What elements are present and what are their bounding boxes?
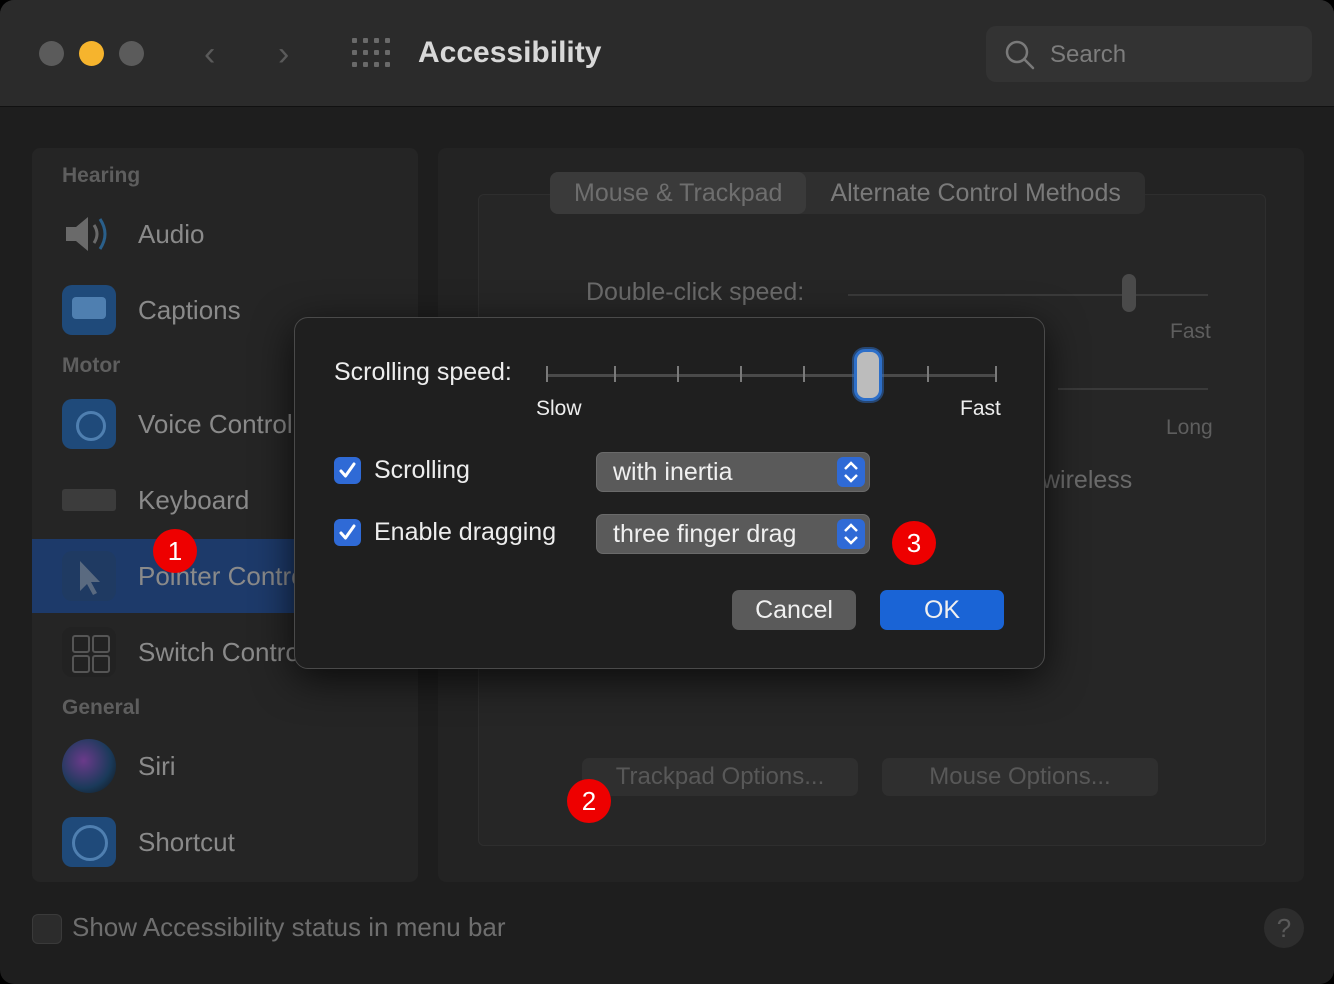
cancel-button[interactable]: Cancel xyxy=(732,590,856,630)
annotation-badge: 1 xyxy=(153,529,197,573)
annotation-badge: 3 xyxy=(892,521,936,565)
slider-tick xyxy=(927,366,929,382)
sidebar-item-label: Shortcut xyxy=(138,827,235,857)
double-click-speed-slider[interactable] xyxy=(848,294,1208,296)
sidebar-item-label: Keyboard xyxy=(138,485,250,515)
sidebar-item-label: Siri xyxy=(138,751,176,781)
captions-icon xyxy=(62,285,116,335)
checkmark-icon xyxy=(339,524,356,540)
scrolling-mode-value: with inertia xyxy=(613,458,733,486)
search-icon xyxy=(1005,40,1035,70)
chevron-updown-icon xyxy=(837,457,865,487)
sidebar-item-shortcut[interactable]: Shortcut xyxy=(32,805,418,879)
title-bar: ‹ › Accessibility Search xyxy=(0,0,1334,107)
scrolling-speed-knob[interactable] xyxy=(854,349,882,401)
double-click-speed-label: Double-click speed: xyxy=(586,278,805,306)
long-label: Long xyxy=(1166,416,1213,439)
sidebar-item-label: Switch Control xyxy=(138,637,306,667)
slider-tick xyxy=(740,366,742,382)
slider-tick xyxy=(546,366,548,382)
slider-tick xyxy=(803,366,805,382)
help-button[interactable]: ? xyxy=(1264,908,1304,948)
show-status-label: Show Accessibility status in menu bar xyxy=(72,912,506,942)
sidebar-item-label: Voice Control xyxy=(138,409,293,439)
forward-arrow-icon[interactable]: › xyxy=(278,34,289,74)
show-status-checkbox[interactable] xyxy=(32,914,62,944)
scrolling-speed-label: Scrolling speed: xyxy=(334,358,512,386)
siri-icon xyxy=(62,739,116,793)
pointer-icon xyxy=(62,551,116,601)
enable-dragging-checkbox[interactable] xyxy=(334,519,361,546)
mouse-options-button[interactable]: Mouse Options... xyxy=(882,758,1158,796)
double-click-slider-knob[interactable] xyxy=(1122,274,1136,312)
section-label-hearing: Hearing xyxy=(62,164,141,187)
trackpad-options-button[interactable]: Trackpad Options... xyxy=(582,758,858,796)
scrolling-mode-select[interactable]: with inertia xyxy=(596,452,870,492)
scrolling-label: Scrolling xyxy=(374,456,470,484)
slider-tick xyxy=(614,366,616,382)
sidebar-item-siri[interactable]: Siri xyxy=(32,729,418,803)
accessibility-shortcut-icon xyxy=(62,817,116,867)
system-preferences-window: ‹ › Accessibility Search Hearing Audio C… xyxy=(0,0,1334,984)
spring-loading-slider[interactable] xyxy=(1058,388,1208,390)
slider-tick xyxy=(995,366,997,382)
annotation-badge: 2 xyxy=(567,779,611,823)
wireless-text: wireless xyxy=(1042,466,1133,494)
dragging-style-select[interactable]: three finger drag xyxy=(596,514,870,554)
search-input[interactable]: Search xyxy=(986,26,1312,82)
enable-dragging-label: Enable dragging xyxy=(374,518,557,546)
tab-alternate-control-methods[interactable]: Alternate Control Methods xyxy=(806,172,1144,214)
search-placeholder: Search xyxy=(1050,41,1127,68)
scrolling-checkbox[interactable] xyxy=(334,457,361,484)
tab-mouse-trackpad[interactable]: Mouse & Trackpad xyxy=(550,172,807,214)
tab-bar: Mouse & Trackpad Alternate Control Metho… xyxy=(550,172,1145,214)
sidebar-item-audio[interactable]: Audio xyxy=(32,197,418,271)
section-label-motor: Motor xyxy=(62,354,121,377)
switch-control-icon xyxy=(62,627,116,677)
close-window-button[interactable] xyxy=(39,41,64,66)
dragging-style-value: three finger drag xyxy=(613,520,797,548)
fast-label: Fast xyxy=(960,397,1001,420)
voice-control-icon xyxy=(62,399,116,449)
zoom-window-button[interactable] xyxy=(119,41,144,66)
window-title: Accessibility xyxy=(418,36,602,69)
speaker-icon xyxy=(66,217,107,251)
trackpad-options-dialog: Scrolling speed: Slow Fast Scrolling wit… xyxy=(294,317,1045,669)
checkmark-icon xyxy=(339,462,356,478)
show-all-grid-icon[interactable] xyxy=(352,38,390,68)
ok-button[interactable]: OK xyxy=(880,590,1004,630)
slow-label: Slow xyxy=(536,397,582,420)
slider-tick xyxy=(677,366,679,382)
sidebar-item-label: Captions xyxy=(138,295,241,325)
section-label-general: General xyxy=(62,696,141,719)
chevron-updown-icon xyxy=(837,519,865,549)
fast-label: Fast xyxy=(1170,320,1211,343)
sidebar-item-label: Audio xyxy=(138,219,205,249)
back-arrow-icon[interactable]: ‹ xyxy=(204,34,215,74)
minimize-window-button[interactable] xyxy=(79,41,104,66)
keyboard-icon xyxy=(62,489,116,511)
